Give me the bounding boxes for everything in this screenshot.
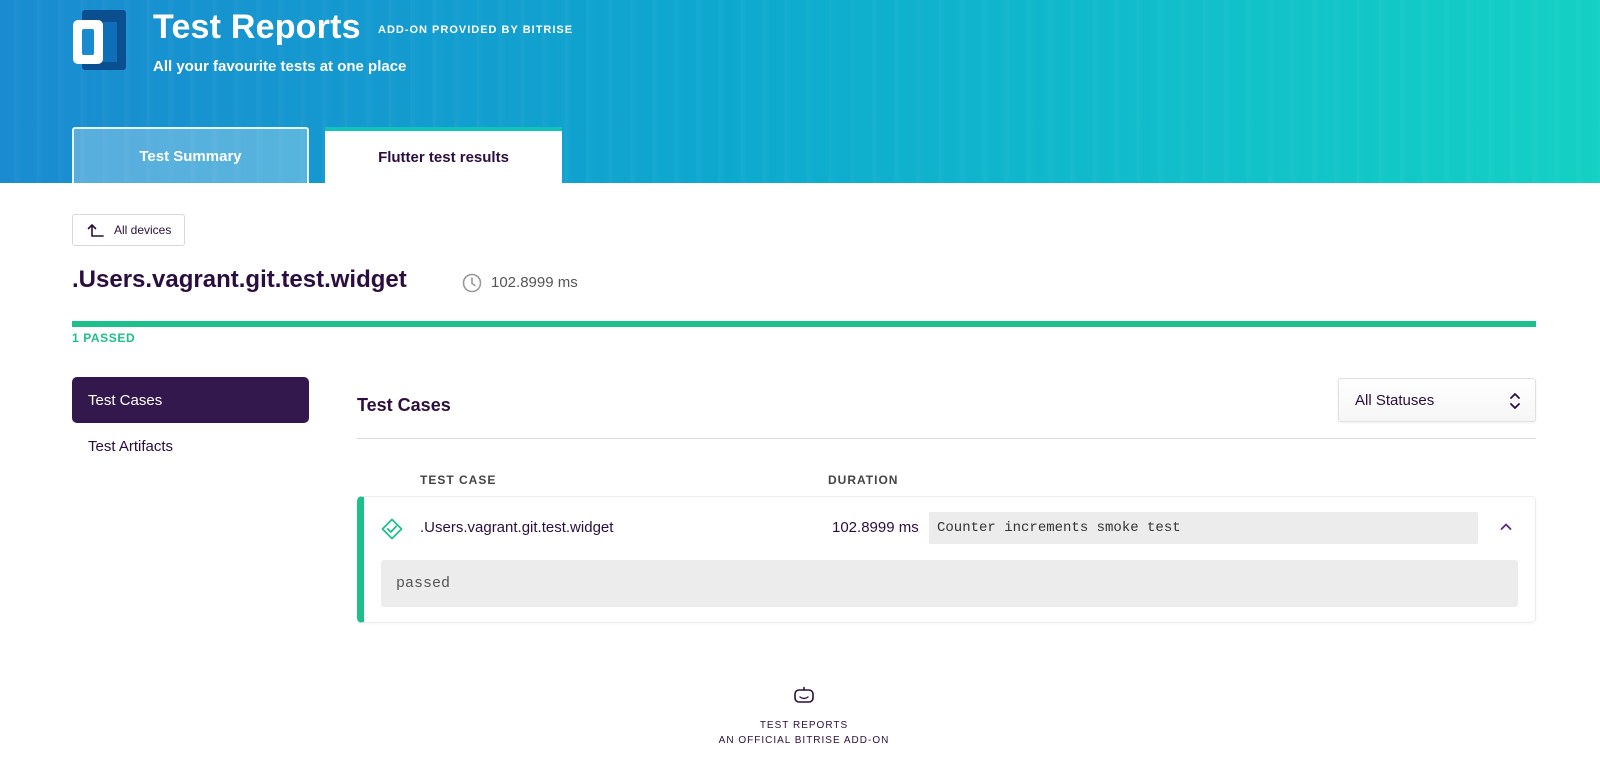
test-reports-logo-icon xyxy=(73,10,126,70)
page-title: .Users.vagrant.git.test.widget xyxy=(72,266,407,293)
app-title: Test Reports xyxy=(153,8,361,46)
passed-status-icon xyxy=(381,518,403,540)
arrow-up-left-icon xyxy=(87,224,104,237)
sidebar-item-test-cases[interactable]: Test Cases xyxy=(72,377,309,423)
sidebar-item-label: Test Cases xyxy=(88,391,163,409)
status-filter-select[interactable]: All Statuses xyxy=(1338,378,1536,422)
column-header-test-case: TEST CASE xyxy=(420,473,497,487)
test-case-description: Counter increments smoke test xyxy=(929,512,1478,544)
provider-note: ADD-ON PROVIDED BY BITRISE xyxy=(378,24,574,36)
section-divider xyxy=(357,438,1536,439)
section-title: Test Cases xyxy=(357,395,451,415)
tab-test-summary[interactable]: Test Summary xyxy=(72,127,309,183)
footer-subtitle: AN OFFICIAL BITRISE ADD-ON xyxy=(718,735,890,746)
all-devices-button[interactable]: All devices xyxy=(72,214,185,246)
status-filter-value: All Statuses xyxy=(1355,391,1435,409)
test-case-output: passed xyxy=(381,560,1518,607)
all-devices-label: All devices xyxy=(114,223,172,237)
robot-icon xyxy=(794,686,814,703)
footer-title: TEST REPORTS xyxy=(759,720,849,731)
test-case-name: .Users.vagrant.git.test.widget xyxy=(420,519,614,536)
select-arrows-icon xyxy=(1510,393,1520,409)
clock-icon xyxy=(462,273,482,293)
passed-count-label: 1 PASSED xyxy=(72,331,136,345)
sidebar-item-label: Test Artifacts xyxy=(88,437,174,455)
chevron-up-icon[interactable] xyxy=(1498,519,1514,535)
suite-duration: 102.8999 ms xyxy=(491,274,578,291)
column-header-duration: DURATION xyxy=(828,473,899,487)
pass-progress-bar xyxy=(72,321,1536,327)
test-case-duration: 102.8999 ms xyxy=(832,519,919,536)
app-subtitle: All your favourite tests at one place xyxy=(153,58,407,75)
sidebar-item-test-artifacts[interactable]: Test Artifacts xyxy=(72,423,309,469)
tab-flutter-test-results[interactable]: Flutter test results xyxy=(325,127,562,183)
